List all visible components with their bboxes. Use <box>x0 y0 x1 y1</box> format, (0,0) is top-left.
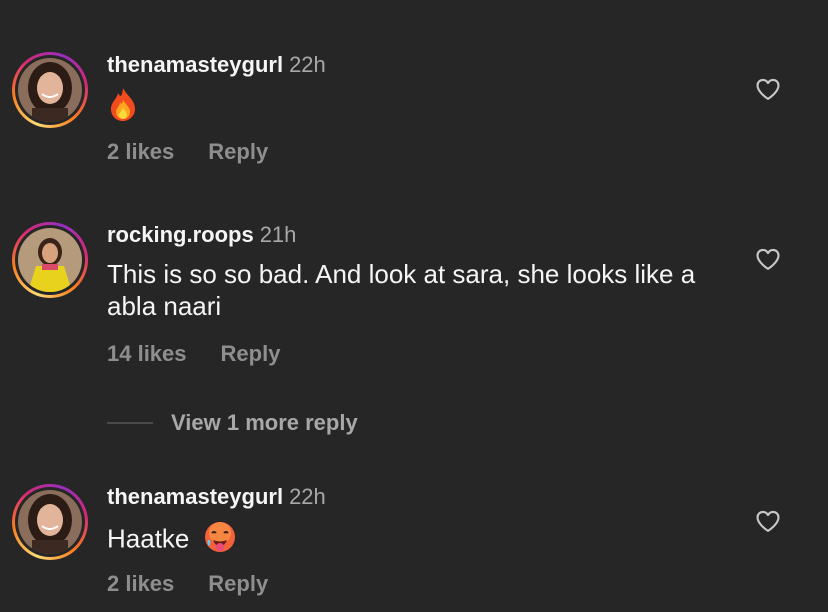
comment-text: Haatke <box>107 520 727 561</box>
view-more-replies-button[interactable]: View 1 more reply <box>107 410 358 436</box>
comment-time: 21h <box>259 222 297 247</box>
comment-username[interactable]: thenamasteygurl 22h <box>107 52 326 78</box>
likes-count[interactable]: 2 likes <box>107 571 174 597</box>
comment-text: This is so so bad. And look at sara, she… <box>107 259 696 321</box>
reply-button[interactable]: Reply <box>208 139 268 165</box>
heart-outline-icon[interactable] <box>754 507 782 535</box>
avatar-thenamasteygurl[interactable] <box>12 52 88 128</box>
heart-outline-icon[interactable] <box>754 75 782 103</box>
avatar-photo <box>18 228 82 292</box>
comment-username[interactable]: thenamasteygurl 22h <box>107 484 326 510</box>
avatar-photo <box>18 58 82 122</box>
view-more-label[interactable]: View 1 more reply <box>171 410 358 436</box>
comment-text-content: Haatke <box>107 523 190 554</box>
heart-outline-icon[interactable] <box>754 245 782 273</box>
fire-emoji-icon <box>107 86 139 129</box>
likes-count[interactable]: 2 likes <box>107 139 174 165</box>
comment-meta: 14 likes Reply <box>107 341 280 367</box>
comment-meta: 2 likes Reply <box>107 571 268 597</box>
comment-meta: 2 likes Reply <box>107 139 268 165</box>
avatar-thenamasteygurl[interactable] <box>12 484 88 560</box>
comment-username[interactable]: rocking.roops 21h <box>107 222 296 248</box>
likes-count[interactable]: 14 likes <box>107 341 187 367</box>
reply-button[interactable]: Reply <box>221 341 281 367</box>
comment-time: 22h <box>289 52 326 77</box>
hot-face-emoji-icon <box>203 520 237 561</box>
comment-text <box>107 86 727 129</box>
view-more-divider <box>107 422 153 424</box>
avatar-photo <box>18 490 82 554</box>
comment-time: 22h <box>289 484 326 509</box>
avatar-rocking-roops[interactable] <box>12 222 88 298</box>
reply-button[interactable]: Reply <box>208 571 268 597</box>
